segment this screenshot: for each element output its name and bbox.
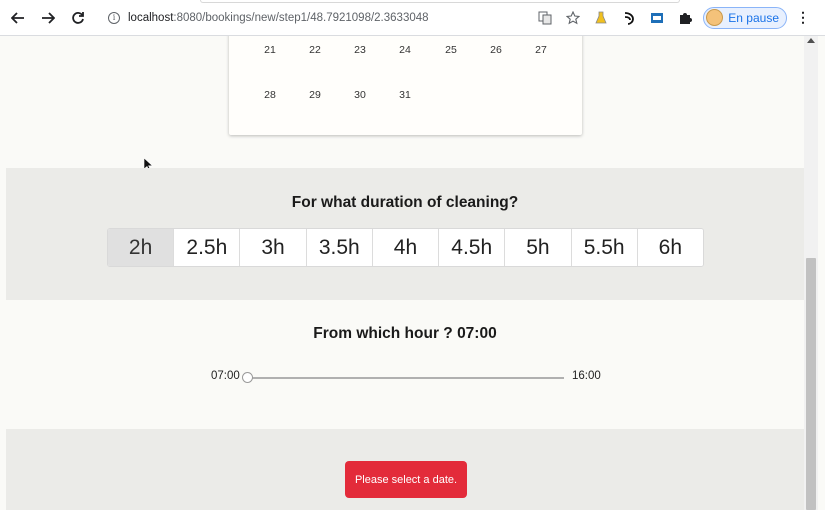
calendar-week-row: 28 29 30 31 [229,89,582,109]
slider-max-label: 16:00 [572,370,601,382]
bookmark-star-icon[interactable] [565,10,581,26]
duration-option-button[interactable]: 3h [239,229,306,266]
duration-option-button[interactable]: 3.5h [305,229,372,266]
browser-toolbar: i localhost:8080/bookings/new/step1/48.7… [0,0,825,36]
calendar-day[interactable]: 29 [300,89,330,101]
duration-title: For what duration of cleaning? [291,194,519,211]
vertical-scrollbar[interactable] [804,36,818,510]
avatar [706,9,724,26]
calendar-card: 21 22 23 24 25 26 27 28 29 30 31 [229,36,582,135]
submit-section: Please select a date. [6,429,804,510]
back-arrow-icon[interactable] [6,6,30,30]
profile-chip[interactable]: En pause [703,6,787,29]
calendar-day[interactable]: 26 [481,44,511,56]
url-path: :8080/bookings/new/step1/48.7921098/2.36… [173,11,429,24]
calendar-day[interactable]: 30 [345,89,375,101]
calendar-day[interactable]: 24 [390,44,420,56]
extensions-area: En pause ⋮ [531,6,817,29]
kebab-menu-icon[interactable]: ⋮ [795,9,811,26]
box-extension-icon[interactable] [649,10,665,26]
duration-option-button[interactable]: 4.5h [438,229,505,266]
flask-extension-icon[interactable] [593,10,609,26]
scrollbar-thumb[interactable] [806,258,816,510]
duration-option-button[interactable]: 4h [371,229,439,266]
tab-strip-edge [200,0,680,3]
calendar-day[interactable]: 31 [390,89,420,101]
calendar-day[interactable]: 21 [255,44,285,56]
puzzle-extensions-icon[interactable] [677,10,693,26]
duration-section: For what duration of cleaning? 2h 2.5h 3h 3… [6,168,804,300]
calendar-week-row: 21 22 23 24 25 26 27 [229,44,582,64]
slider-thumb[interactable] [242,372,253,383]
slider-min-label: 07:00 [211,370,240,382]
info-icon[interactable]: i [108,11,120,24]
duration-option-button[interactable]: 5h [504,229,571,266]
duration-option-button[interactable]: 6h [636,229,703,266]
duration-option-button[interactable]: 2h [108,229,174,266]
translate-icon[interactable] [537,10,553,26]
url-host: localhost [128,11,174,24]
calendar-day[interactable]: 25 [436,44,466,56]
page-content: 21 22 23 24 25 26 27 28 29 30 31 For what duratio… [6,36,804,510]
calendar-day[interactable]: 28 [255,89,285,101]
duration-button-group: 2h 2.5h 3h 3.5h 4h 4.5h 5h 5.5h 6h [107,228,704,267]
scroll-up-arrow-icon[interactable] [807,38,815,43]
hour-section: From which hour ? 07:00 07:00 16:00 [6,300,804,429]
hour-title: From which hour ? 07:00 [313,325,497,342]
duration-option-button[interactable]: 5.5h [570,229,637,266]
profile-label: En pause [728,10,779,25]
calendar-day[interactable]: 22 [300,44,330,56]
reload-icon[interactable] [66,6,90,30]
forward-arrow-icon[interactable] [36,6,60,30]
window-edge [818,36,825,510]
hour-slider: 07:00 16:00 [6,370,804,386]
address-bar[interactable]: i localhost:8080/bookings/new/step1/48.7… [108,11,531,24]
calendar-day[interactable]: 27 [526,44,556,56]
calendar-day[interactable]: 23 [345,44,375,56]
slider-track[interactable] [246,377,564,379]
glyph-extension-icon[interactable] [621,10,637,26]
select-date-error-button[interactable]: Please select a date. [345,461,467,498]
duration-option-button[interactable]: 2.5h [173,229,240,266]
